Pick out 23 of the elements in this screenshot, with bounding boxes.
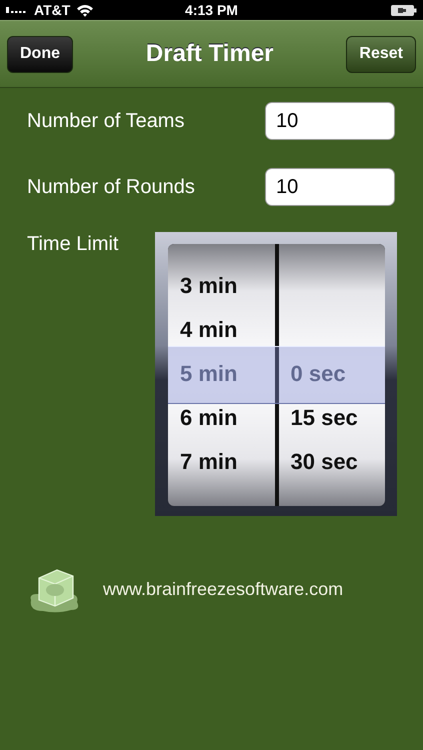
screen-title: Draft Timer <box>146 40 274 68</box>
done-button[interactable]: Done <box>7 36 73 72</box>
wifi-icon <box>76 4 94 16</box>
reset-button[interactable]: Reset <box>346 36 416 72</box>
signal-icon <box>6 7 28 13</box>
picker-wheel[interactable]: 3 min 4 min 5 min 6 min 7 min <box>168 244 274 506</box>
website-link[interactable]: www.brainfreezesoftware.com <box>103 578 344 600</box>
field-label: Number of Teams <box>27 110 184 132</box>
field-label: Number of Rounds <box>27 176 195 198</box>
field-label: Time Limit <box>27 233 118 256</box>
picker-item[interactable]: 3 min <box>168 264 274 308</box>
carrier-name: AT&T <box>34 2 70 18</box>
picker-item[interactable]: 30 sec <box>278 440 385 484</box>
input-field[interactable]: 10 <box>265 168 395 206</box>
picker-item[interactable]: 7 min <box>168 440 274 484</box>
status-time: 4:13 PM <box>185 2 238 18</box>
battery-icon <box>391 4 417 16</box>
picker-item[interactable]: 6 min <box>168 396 274 440</box>
picker-item[interactable]: 15 sec <box>278 396 385 440</box>
time-picker[interactable]: 3 min 4 min 5 min 6 min 7 min 0 sec 15 sec 30 sec <box>155 232 397 516</box>
picker-wheel[interactable]: 0 sec 15 sec 30 sec <box>278 244 385 506</box>
picker-item[interactable]: 4 min <box>168 308 274 352</box>
input-field[interactable]: 10 <box>265 102 395 140</box>
